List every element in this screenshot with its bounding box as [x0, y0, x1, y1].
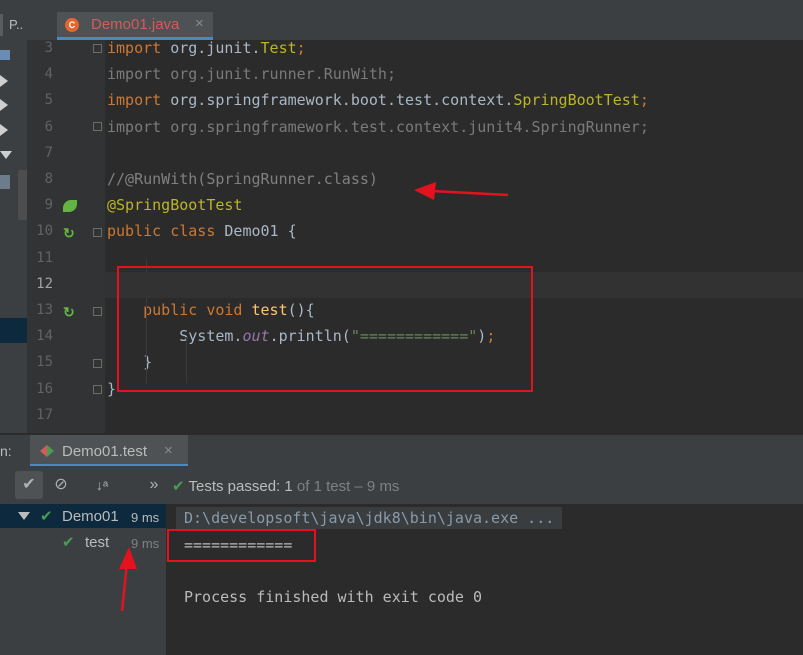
code-token: } — [107, 379, 117, 398]
show-passed-icon[interactable]: ✔ — [15, 471, 43, 499]
expand-arrow-icon[interactable] — [0, 124, 8, 136]
line-number: 8 — [44, 171, 53, 187]
run-test-icon[interactable]: ↻ — [63, 304, 75, 321]
expand-arrow-icon[interactable] — [0, 99, 8, 111]
line-number: 11 — [36, 249, 53, 266]
line-number: 5 — [44, 92, 53, 109]
code-token: SpringBootTest — [513, 91, 640, 110]
line-number: 10 — [36, 223, 53, 240]
code-line[interactable]: public class Demo01 { — [107, 222, 297, 240]
project-tool-strip: P.. — [0, 0, 27, 433]
line-number: 4 — [44, 66, 53, 83]
editor-tab-bar: C Demo01.java × — [27, 0, 803, 41]
fold-marker-icon[interactable] — [93, 307, 102, 316]
collapse-arrow-icon[interactable] — [0, 151, 12, 159]
line-number: 13 — [36, 302, 53, 318]
run-config-icon-right — [47, 445, 54, 457]
sort-alphabetically-icon[interactable]: ↓ᵃ — [88, 471, 116, 499]
selected-tree-row[interactable] — [0, 318, 27, 343]
passed-check-icon: ✔ — [40, 508, 53, 525]
expand-arrow-icon[interactable] — [0, 75, 8, 87]
test-status: ✔ Tests passed: 1 of 1 test – 9 ms — [172, 477, 399, 495]
console-exit-line: Process finished with exit code 0 — [184, 588, 483, 606]
project-panel-title[interactable]: P.. — [9, 17, 23, 32]
code-token: import — [107, 39, 171, 57]
status-suffix: of 1 test – 9 ms — [292, 478, 400, 495]
java-class-icon: C — [65, 18, 79, 32]
more-icon[interactable]: » — [140, 471, 168, 499]
code-token: //@RunWith(SpringRunner.class) — [107, 170, 378, 188]
code-token: ; — [296, 39, 306, 57]
console-command-line[interactable]: D:\developsoft\java\jdk8\bin\java.exe ..… — [176, 507, 563, 529]
code-line[interactable]: //@RunWith(SpringRunner.class) — [107, 170, 378, 188]
scrollbar-thumb[interactable] — [18, 170, 27, 220]
line-number: 15 — [36, 354, 53, 371]
tree-row-demo01[interactable]: ✔ Demo01 9 ms — [0, 504, 166, 528]
code-line[interactable]: import org.junit.Test; — [107, 39, 306, 57]
status-prefix: Tests passed: — [188, 478, 285, 495]
collapse-arrow-icon[interactable] — [18, 512, 30, 520]
annotation-arrow-icon — [119, 547, 137, 612]
fold-marker-icon[interactable] — [93, 122, 102, 131]
passed-check-icon: ✔ — [172, 478, 185, 495]
test-runner-toolbar: ✔ ⊘ ↓ᵃ » ✔ Tests passed: 1 of 1 test – 9… — [0, 466, 803, 504]
fold-marker-icon[interactable] — [93, 385, 102, 394]
highlight-box-method — [117, 266, 533, 392]
status-passed-count: 1 — [284, 478, 293, 495]
close-icon[interactable]: × — [195, 15, 204, 32]
code-token: Demo01 { — [224, 222, 297, 241]
code-token: Test — [260, 39, 297, 57]
code-token: org.junit. — [170, 39, 261, 57]
fold-marker-icon[interactable] — [93, 228, 102, 237]
line-number: 3 — [44, 40, 53, 56]
run-config-icon — [40, 445, 47, 457]
code-line[interactable]: import org.junit.runner.RunWith; — [107, 65, 396, 83]
line-number: 7 — [44, 144, 53, 161]
run-label: n: — [0, 443, 12, 459]
folder-icon — [0, 50, 10, 60]
fold-marker-icon[interactable] — [93, 359, 102, 368]
highlight-box-output — [167, 529, 316, 562]
close-icon[interactable]: × — [164, 442, 173, 459]
code-token: ; — [639, 91, 649, 110]
code-token: import org.springframework.test.context.… — [107, 117, 649, 136]
file-icon — [0, 175, 10, 189]
tab-demo01-java[interactable]: C Demo01.java × — [57, 12, 213, 40]
tab-run-demo01-test[interactable]: Demo01.test × — [30, 435, 188, 467]
tree-node-time: 9 ms — [131, 510, 160, 525]
line-number: 14 — [36, 328, 53, 345]
code-line[interactable]: } — [107, 380, 116, 398]
show-ignored-icon[interactable]: ⊘ — [47, 471, 75, 499]
code-line[interactable]: import org.springframework.boot.test.con… — [107, 91, 649, 109]
run-tab-label: Demo01.test — [62, 443, 148, 460]
code-line[interactable]: import org.springframework.test.context.… — [107, 118, 649, 136]
tree-node-label: test — [85, 534, 110, 551]
code-token: public class — [107, 222, 225, 241]
fold-marker-icon[interactable] — [93, 44, 102, 53]
code-line[interactable]: @SpringBootTest — [107, 196, 242, 214]
line-number: 9 — [44, 197, 53, 214]
line-number: 6 — [44, 118, 53, 135]
code-token: import — [107, 91, 171, 110]
console-output[interactable]: D:\developsoft\java\jdk8\bin\java.exe ..… — [166, 504, 803, 655]
tree-node-label: Demo01 — [62, 508, 119, 525]
line-number: 17 — [36, 406, 53, 423]
run-test-icon[interactable]: ↻ — [63, 225, 75, 242]
tab-label: Demo01.java — [91, 16, 180, 33]
code-token: import org.junit.runner.RunWith; — [107, 65, 396, 84]
line-number: 12 — [36, 275, 53, 292]
code-token: org.springframework.boot.test.context. — [170, 91, 514, 110]
code-token: @SpringBootTest — [107, 196, 243, 215]
passed-check-icon: ✔ — [62, 534, 75, 551]
annotation-arrow-icon — [414, 182, 509, 200]
line-number: 16 — [36, 380, 53, 397]
run-tool-window-header: n: Demo01.test × — [0, 434, 803, 467]
strip-divider — [0, 14, 3, 36]
